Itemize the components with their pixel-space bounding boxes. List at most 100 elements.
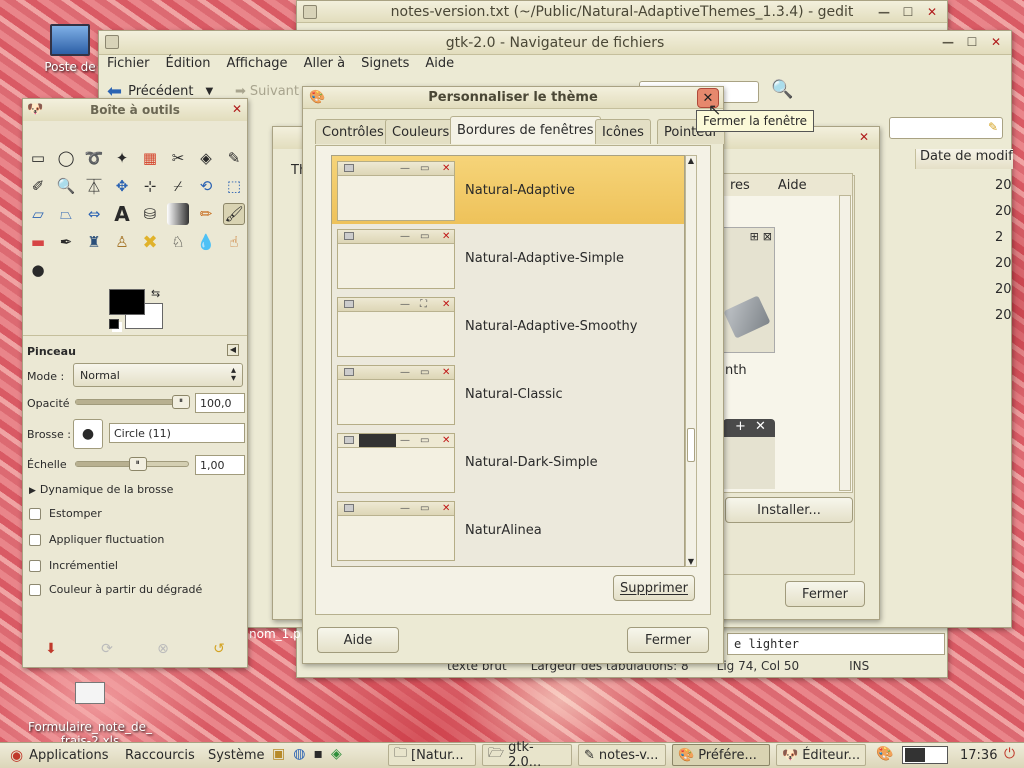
desktop-icon-spreadsheet[interactable]: Formulaire_note_de_ frais-2.xls — [20, 668, 160, 748]
default-colors-icon[interactable] — [109, 319, 119, 329]
restore-options-icon[interactable]: ⟳ — [101, 641, 113, 657]
theme-row[interactable]: — ▭ ✕ Natural-Classic — [332, 360, 684, 428]
maximize-icon[interactable]: ☐ — [899, 4, 917, 20]
theme-list-scrollbar[interactable]: ▲ ▼ — [685, 155, 697, 567]
clear-icon[interactable]: ✎ — [988, 120, 998, 134]
move-icon[interactable]: ✥ — [111, 175, 133, 197]
eraser-icon[interactable]: ▬ — [27, 231, 49, 253]
underlay-file-name[interactable]: nom_1.p — [249, 627, 301, 641]
search-field[interactable]: ✎ — [889, 117, 1003, 139]
opacity-slider[interactable]: ⏸ — [75, 395, 190, 409]
rotate-icon[interactable]: ⟲ — [195, 175, 217, 197]
option-incremental[interactable]: Incrémentiel — [29, 559, 118, 572]
appearance-close-button[interactable]: Fermer — [785, 581, 865, 607]
tab-window-borders[interactable]: Bordures de fenêtres — [450, 116, 601, 144]
close-icon[interactable]: ✕ — [232, 102, 242, 116]
scroll-thumb[interactable] — [687, 428, 695, 462]
option-jitter[interactable]: Appliquer fluctuation — [29, 533, 164, 546]
clone-icon[interactable]: ♙ — [111, 231, 133, 253]
task-button[interactable]: 🗁 gtk-2.0... — [482, 740, 572, 768]
chevron-down-icon[interactable]: ▼ — [206, 86, 214, 97]
scroll-up-icon[interactable]: ▲ — [686, 156, 696, 165]
scale-slider[interactable]: ⏸ — [75, 457, 189, 471]
paths-icon[interactable]: ✎ — [223, 147, 245, 169]
browser-icon[interactable]: ◍ — [293, 746, 305, 762]
close-icon[interactable]: ✕ — [855, 129, 873, 145]
scissors-icon[interactable]: ✂ — [167, 147, 189, 169]
rect-select-icon[interactable]: ▭ — [27, 147, 49, 169]
mode-select[interactable]: Normal ▴ ▾ — [73, 363, 243, 387]
align-icon[interactable]: ⊹ — [139, 175, 161, 197]
foreground-select-icon[interactable]: ◈ — [195, 147, 217, 169]
reset-options-icon[interactable]: ↺ — [213, 641, 225, 657]
perspective-clone-icon[interactable]: ♘ — [167, 231, 189, 253]
system-menu[interactable]: Système — [208, 748, 264, 763]
brush-field[interactable]: Circle (11) — [109, 423, 245, 443]
color-select-icon[interactable]: ▦ — [139, 147, 161, 169]
opacity-handle[interactable]: ⏸ — [172, 395, 190, 409]
help-button[interactable]: Aide — [317, 627, 399, 653]
theme-row[interactable]: — ▭ ✕ Natural-Adaptive — [332, 156, 684, 224]
close-icon[interactable]: ✕ — [987, 34, 1005, 50]
maximize-icon[interactable]: ☐ — [963, 34, 981, 50]
clock[interactable]: 17:36 — [960, 748, 997, 763]
scale-icon[interactable]: ⬚ — [223, 175, 245, 197]
tab-colors[interactable]: Couleurs — [385, 119, 457, 144]
menu-aide[interactable]: Aide — [417, 56, 462, 71]
task-button[interactable]: 🗀 [Natur... — [388, 744, 476, 766]
paintbrush-icon[interactable]: 🖌 — [223, 203, 245, 225]
delete-button[interactable]: Supprimer — [613, 575, 695, 601]
minimize-icon[interactable]: — — [875, 4, 893, 20]
theme-row[interactable]: — ⛶ ✕ Natural-Adaptive-Smoothy — [332, 292, 684, 360]
desktop-icon-computer[interactable]: Poste de — [40, 20, 100, 90]
theme-row[interactable]: — ▭ ✕ Natural-Dark-Simple — [332, 428, 684, 496]
flip-icon[interactable]: ⇔ — [83, 203, 105, 225]
checkbox[interactable] — [29, 560, 41, 572]
checkbox[interactable] — [29, 584, 41, 596]
options-menu-icon[interactable]: ◀ — [227, 344, 239, 356]
delete-options-icon[interactable]: ⊗ — [157, 641, 169, 657]
checkbox[interactable] — [29, 534, 41, 546]
blur-icon[interactable]: 💧 — [195, 231, 217, 253]
ink-icon[interactable]: ♜ — [83, 231, 105, 253]
menu-edition[interactable]: Édition — [158, 56, 219, 71]
menu-affichage[interactable]: Affichage — [218, 56, 295, 71]
save-options-icon[interactable]: ⬇ — [45, 641, 57, 657]
scale-spin[interactable]: 1,00 — [195, 455, 245, 475]
menu-aller[interactable]: Aller à — [296, 56, 354, 71]
heal-icon[interactable]: ✖ — [139, 231, 161, 253]
gedit-line-field[interactable]: e lighter — [727, 633, 945, 655]
zoom-icon[interactable]: 🔍 — [55, 175, 77, 197]
shear-icon[interactable]: ▱ — [27, 203, 49, 225]
workspace-switcher[interactable] — [902, 746, 948, 764]
dodge-burn-icon[interactable]: ● — [27, 259, 49, 281]
workspace-1[interactable] — [905, 748, 925, 762]
theme-row[interactable]: — ▭ ✕ Natural-Adaptive-Simple — [332, 224, 684, 292]
details-scrollbar[interactable] — [839, 195, 851, 491]
bucket-fill-icon[interactable]: ⛁ — [139, 203, 161, 225]
brush-preview[interactable]: ● — [73, 419, 103, 449]
places-menu[interactable]: Raccourcis — [125, 748, 195, 763]
theme-row[interactable]: — ▭ ✕ NaturAlinea — [332, 496, 684, 564]
column-header-date[interactable]: Date de modif — [915, 149, 1013, 169]
crop-icon[interactable]: ⌿ — [167, 175, 189, 197]
menu-signets[interactable]: Signets — [353, 56, 417, 71]
pencil-icon[interactable]: ✏ — [195, 203, 217, 225]
applications-menu[interactable]: ◉ Applications — [10, 746, 109, 764]
task-button[interactable]: 🐶 Éditeur... — [776, 744, 866, 766]
option-gradient-color[interactable]: Couleur à partir du dégradé — [29, 583, 202, 596]
task-button[interactable]: ✎ notes-v... — [578, 744, 666, 766]
terminal-icon[interactable]: ▪ — [313, 746, 323, 762]
power-icon[interactable]: ⏻ — [1004, 746, 1015, 762]
close-icon[interactable]: ✕ — [923, 4, 941, 20]
blend-icon[interactable] — [167, 203, 189, 225]
minimize-icon[interactable]: — — [939, 34, 957, 50]
swap-colors-icon[interactable]: ⇆ — [151, 287, 160, 300]
menu-fichier[interactable]: Fichier — [99, 56, 158, 71]
foreground-color[interactable] — [109, 289, 145, 315]
details-col[interactable]: res — [730, 178, 750, 193]
dynamics-expander[interactable]: ▶ Dynamique de la brosse — [29, 483, 173, 496]
scale-handle[interactable]: ⏸ — [128, 457, 147, 471]
measure-icon[interactable]: ⏄ — [83, 175, 105, 197]
perspective-icon[interactable]: ⏢ — [55, 203, 77, 225]
